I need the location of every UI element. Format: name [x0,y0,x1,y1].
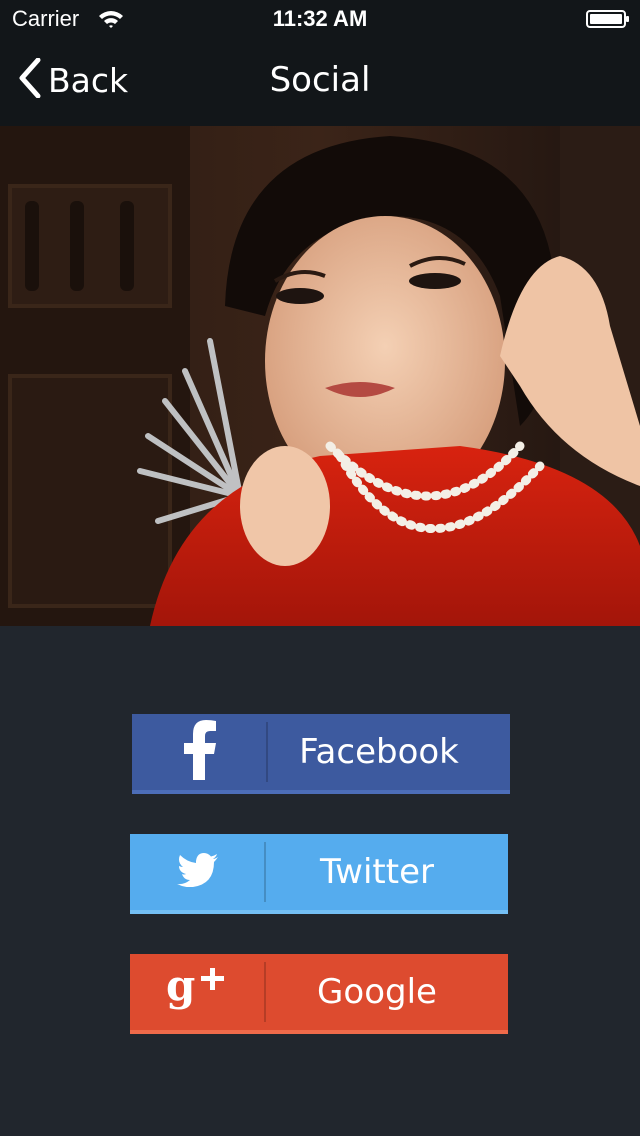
google-icon-cell: g [130,954,266,1030]
facebook-button[interactable]: Facebook [132,714,510,794]
twitter-icon [177,853,219,891]
status-bar: Carrier 11:32 AM [0,0,640,40]
twitter-label: Twitter [320,852,434,892]
clock: 11:32 AM [272,6,368,31]
svg-text:g: g [166,962,195,1010]
facebook-icon-cell [132,714,268,790]
google-plus-icon: g [166,961,230,1022]
facebook-icon [183,720,217,784]
google-label: Google [317,972,437,1012]
facebook-label: Facebook [299,732,459,772]
hero-photo [0,126,640,626]
battery-icon [586,10,630,28]
google-button[interactable]: g Google [130,954,508,1034]
button-divider [266,722,268,782]
top-bar: Carrier 11:32 AM Back Social [0,0,640,126]
button-divider [264,962,266,1022]
navigation-bar: Back Social [0,40,640,126]
button-divider [264,842,266,902]
twitter-button[interactable]: Twitter [130,834,508,914]
twitter-icon-cell [130,834,266,910]
page-title: Social [269,60,371,100]
